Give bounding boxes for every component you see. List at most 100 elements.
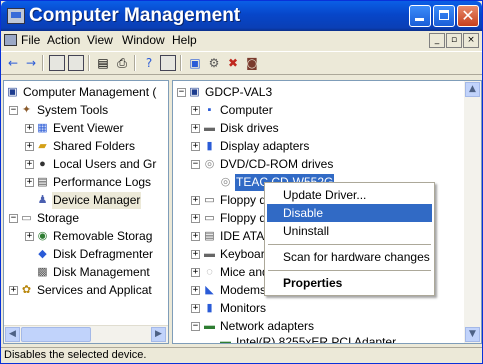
tools-icon: ✦ <box>21 104 32 116</box>
collapse-icon[interactable]: − <box>9 106 18 115</box>
device-manager-icon: ♟ <box>37 194 48 206</box>
menu-window[interactable]: Window <box>122 33 165 47</box>
toolbar-separator <box>180 55 182 71</box>
expand-icon[interactable]: + <box>191 286 200 295</box>
shared-folder-icon: ▰ <box>38 140 47 152</box>
expand-icon[interactable]: + <box>191 232 200 241</box>
expand-icon[interactable]: + <box>191 142 200 151</box>
services-icon: ✿ <box>21 284 32 296</box>
menu-action[interactable]: Action <box>47 33 80 47</box>
uninstall-icon[interactable]: ✖ <box>225 55 241 71</box>
expand-icon[interactable]: + <box>25 178 34 187</box>
collapse-icon[interactable]: − <box>191 322 200 331</box>
scroll-up-icon[interactable]: ▲ <box>465 82 480 97</box>
expand-icon[interactable]: + <box>25 142 34 151</box>
toolbar-separator <box>134 55 136 71</box>
computer-management-window: Computer Management ✕ File Action View W… <box>0 0 483 364</box>
users-icon: ● <box>39 158 46 170</box>
back-arrow-icon[interactable]: ← <box>5 55 21 71</box>
expand-icon[interactable]: + <box>25 124 34 133</box>
scrollbar-thumb[interactable] <box>21 327 91 342</box>
menu-view[interactable]: View <box>87 33 113 47</box>
monitor-icon: ▮ <box>206 302 213 314</box>
expand-icon[interactable]: + <box>191 106 200 115</box>
maximize-button[interactable] <box>433 5 455 27</box>
display-adapter-icon: ▮ <box>206 140 213 152</box>
keyboard-icon: ▬ <box>204 248 215 260</box>
scroll-right-icon[interactable]: ▶ <box>151 327 166 342</box>
expand-icon[interactable]: + <box>191 124 200 133</box>
mdi-window-icon[interactable] <box>4 34 17 46</box>
collapse-icon[interactable]: − <box>9 214 18 223</box>
performance-icon: ▤ <box>37 176 48 188</box>
mdi-close-button[interactable]: × <box>463 33 479 48</box>
update-driver-icon[interactable]: ⚙ <box>206 55 222 71</box>
cdrom-icon: ◎ <box>204 158 215 170</box>
mouse-icon: ◌ <box>206 266 213 278</box>
context-menu: Update Driver... Disable Uninstall Scan … <box>264 182 435 296</box>
close-button[interactable]: ✕ <box>457 5 479 27</box>
mdi-minimize-button[interactable]: _ <box>429 33 445 48</box>
defragmenter-icon: ◆ <box>38 248 47 260</box>
minimize-button[interactable] <box>409 5 431 27</box>
horizontal-scrollbar[interactable]: ◀ ▶ <box>4 325 168 343</box>
expand-icon[interactable]: + <box>191 268 200 277</box>
menu-help[interactable]: Help <box>172 33 197 47</box>
mdi-buttons: _ ▫ × <box>428 33 479 48</box>
scroll-left-icon[interactable]: ◀ <box>5 327 20 342</box>
removable-storage-icon: ◉ <box>37 230 48 242</box>
properties-icon[interactable]: ▤ <box>95 55 111 71</box>
event-viewer-icon: ▦ <box>37 122 48 134</box>
expand-icon[interactable]: + <box>9 286 18 295</box>
expand-icon[interactable]: + <box>191 214 200 223</box>
expand-icon[interactable]: + <box>191 304 200 313</box>
scan-hardware-icon[interactable]: ▣ <box>187 55 203 71</box>
menu-item-update-driver[interactable]: Update Driver... <box>267 186 432 204</box>
computer-icon: ▣ <box>7 86 18 98</box>
title-bar[interactable]: Computer Management ✕ <box>1 1 482 31</box>
status-bar: Disables the selected device. <box>1 347 482 363</box>
scroll-down-icon[interactable]: ▼ <box>465 327 480 342</box>
disk-management-icon: ▩ <box>37 266 48 278</box>
toggle-view-icon[interactable] <box>160 55 176 71</box>
toolbar-separator <box>42 55 44 71</box>
forward-arrow-icon[interactable]: → <box>23 55 39 71</box>
expand-icon[interactable]: + <box>25 160 34 169</box>
network-adapter-icon: ▬ <box>220 336 231 344</box>
storage-icon: ▭ <box>21 212 32 224</box>
computer-icon: ▣ <box>189 86 200 98</box>
expand-icon[interactable]: + <box>191 250 200 259</box>
cdrom-icon: ◎ <box>220 176 231 188</box>
toolbar-separator <box>88 55 90 71</box>
menu-item-uninstall[interactable]: Uninstall <box>267 222 432 240</box>
disable-device-icon[interactable]: ◙ <box>244 55 260 71</box>
disk-drive-icon: ▬ <box>204 122 215 134</box>
menu-separator <box>268 244 431 245</box>
modem-icon: ◣ <box>205 284 214 296</box>
print-icon[interactable]: ⎙ <box>114 55 130 71</box>
console-tree-pane[interactable]: ▣ Computer Management ( − ✦ System Tools… <box>3 80 169 344</box>
computer-icon: ▪ <box>207 104 212 116</box>
mdi-restore-button[interactable]: ▫ <box>446 33 462 48</box>
window-title: Computer Management <box>29 5 241 26</box>
floppy-icon: ▭ <box>204 212 215 224</box>
expand-icon[interactable]: + <box>191 196 200 205</box>
menu-bar: File Action View Window Help _ ▫ × <box>1 31 482 50</box>
menu-item-disable[interactable]: Disable <box>267 204 432 222</box>
minimize-icon <box>415 18 424 21</box>
menu-separator <box>268 270 431 271</box>
expand-icon[interactable]: + <box>25 232 34 241</box>
maximize-icon <box>439 10 449 20</box>
show-hide-tree-icon[interactable] <box>68 55 84 71</box>
collapse-icon[interactable]: − <box>177 88 186 97</box>
computer-management-icon <box>7 8 25 24</box>
menu-item-properties[interactable]: Properties <box>267 274 432 292</box>
floppy-icon: ▭ <box>204 194 215 206</box>
ide-controller-icon: ▤ <box>204 230 215 242</box>
vertical-scrollbar[interactable]: ▲ ▼ <box>464 81 481 343</box>
help-icon[interactable]: ? <box>141 55 157 71</box>
up-level-icon[interactable] <box>49 55 65 71</box>
menu-file[interactable]: File <box>21 33 40 47</box>
collapse-icon[interactable]: − <box>191 160 200 169</box>
menu-item-scan-hardware[interactable]: Scan for hardware changes <box>267 248 432 266</box>
